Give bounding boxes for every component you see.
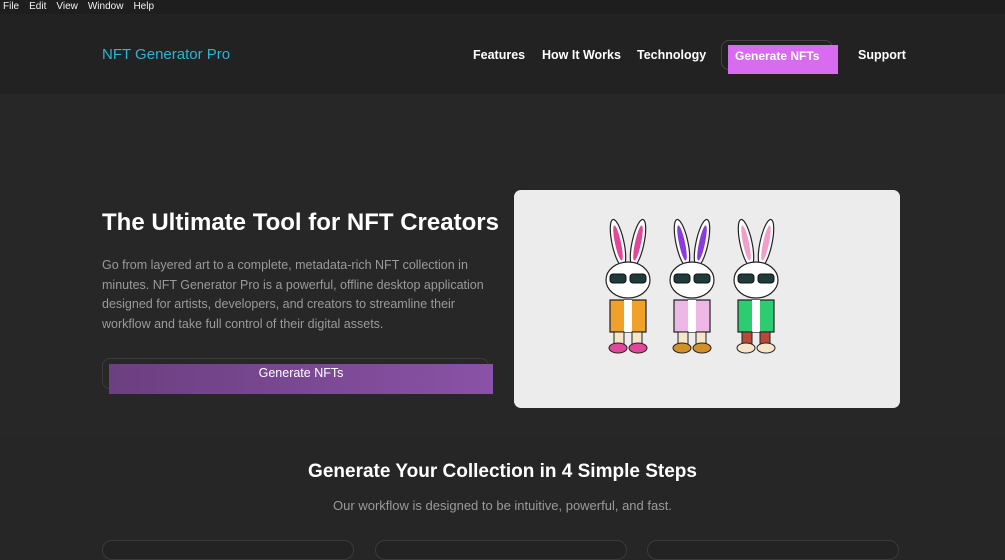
step-card: [647, 540, 899, 560]
nav-link-features[interactable]: Features: [473, 48, 525, 62]
menu-edit[interactable]: Edit: [29, 0, 46, 14]
step-card: [102, 540, 354, 560]
hero-generate-nfts-button[interactable]: Generate NFTs: [109, 364, 493, 394]
nav-link-how-it-works[interactable]: How It Works: [542, 48, 621, 62]
nav-link-support[interactable]: Support: [858, 48, 906, 62]
hero-illustration: [514, 190, 900, 408]
nav-link-technology[interactable]: Technology: [637, 48, 706, 62]
menu-file[interactable]: File: [3, 0, 19, 14]
steps-section-title: Generate Your Collection in 4 Simple Ste…: [308, 461, 697, 482]
menu-window[interactable]: Window: [88, 0, 124, 14]
steps-section-subtitle: Our workflow is designed to be intuitive…: [333, 498, 672, 513]
menu-view[interactable]: View: [56, 0, 78, 14]
top-navigation: NFT Generator Pro Features How It Works …: [0, 14, 1005, 94]
menu-bar: File Edit View Window Help: [0, 0, 1005, 14]
hero-section: The Ultimate Tool for NFT Creators Go fr…: [0, 94, 1005, 435]
hero-title: The Ultimate Tool for NFT Creators: [102, 209, 499, 236]
bunny-trio-illustration: [605, 218, 779, 354]
hero-description: Go from layered art to a complete, metad…: [102, 258, 484, 331]
menu-help[interactable]: Help: [133, 0, 154, 14]
step-card: [375, 540, 627, 560]
bunny-figure: [605, 218, 779, 354]
nav-generate-nfts-button[interactable]: Generate NFTs: [728, 45, 838, 74]
